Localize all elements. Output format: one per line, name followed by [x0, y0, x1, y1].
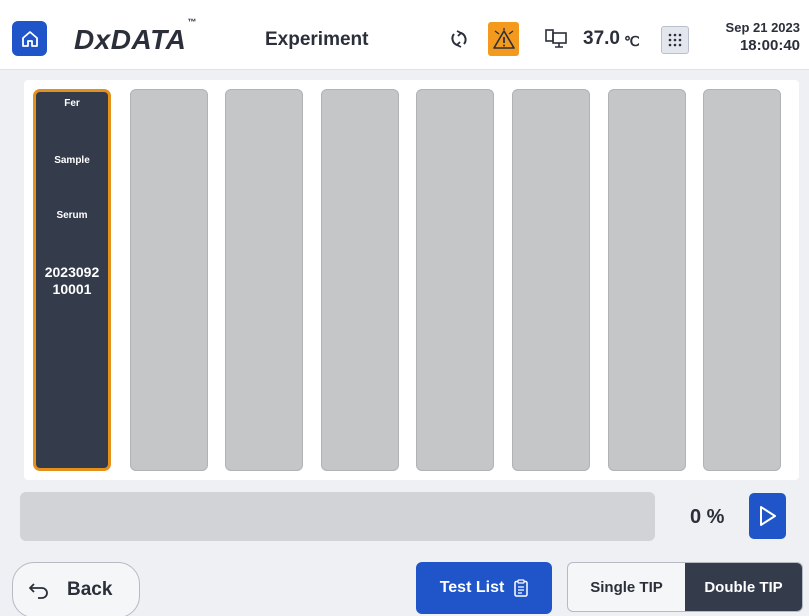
progress-bar [20, 492, 655, 541]
keypad-icon [668, 33, 682, 47]
test-list-label: Test List [439, 579, 505, 596]
start-button[interactable] [749, 493, 786, 539]
sample-slot-2[interactable] [130, 89, 208, 471]
slot-sample-type: Sample [54, 155, 90, 166]
sample-slot-5[interactable] [416, 89, 494, 471]
home-icon [21, 30, 38, 47]
sample-slot-1[interactable]: Fer Sample Serum 2023092 10001 [33, 89, 111, 471]
slot-specimen: Serum [56, 210, 88, 221]
sample-slot-7[interactable] [608, 89, 686, 471]
slot-test-name: Fer [64, 98, 80, 109]
sample-slot-4[interactable] [321, 89, 399, 471]
double-tip-option[interactable]: Double TIP [685, 563, 802, 611]
alarm-button[interactable] [488, 22, 519, 56]
time-display: 18:00:40 [739, 37, 800, 54]
sample-slot-3[interactable] [225, 89, 303, 471]
test-list-button[interactable]: Test List [416, 562, 552, 614]
alarm-icon [492, 28, 515, 49]
sample-slots-panel: Fer Sample Serum 2023092 10001 [24, 80, 799, 480]
page-title: Experiment [265, 29, 369, 50]
temperature-value: 37.0 [583, 28, 620, 49]
back-label: Back [67, 579, 113, 600]
progress-percent: 0 % [690, 506, 725, 528]
home-button[interactable] [12, 21, 47, 56]
date-display: Sep 21 2023 [725, 20, 800, 35]
header-bar: DxDATA™ Experiment 37.0 ℃ Sep 21 2023 18… [0, 0, 809, 70]
back-arrow-icon [29, 583, 48, 599]
sample-slot-8[interactable] [703, 89, 781, 471]
sync-icon[interactable] [448, 28, 470, 50]
clipboard-icon [514, 579, 529, 597]
slot-sample-id: 2023092 10001 [44, 264, 100, 297]
brand-logo: DxDATA™ [74, 16, 197, 55]
back-button[interactable]: Back [12, 562, 140, 616]
temperature-unit: ℃ [624, 33, 640, 49]
computer-icon [545, 29, 567, 48]
keypad-button[interactable] [661, 26, 689, 54]
single-tip-option[interactable]: Single TIP [568, 563, 685, 611]
sample-slot-6[interactable] [512, 89, 590, 471]
play-icon [759, 506, 776, 526]
tip-mode-toggle: Single TIP Double TIP [567, 562, 803, 612]
